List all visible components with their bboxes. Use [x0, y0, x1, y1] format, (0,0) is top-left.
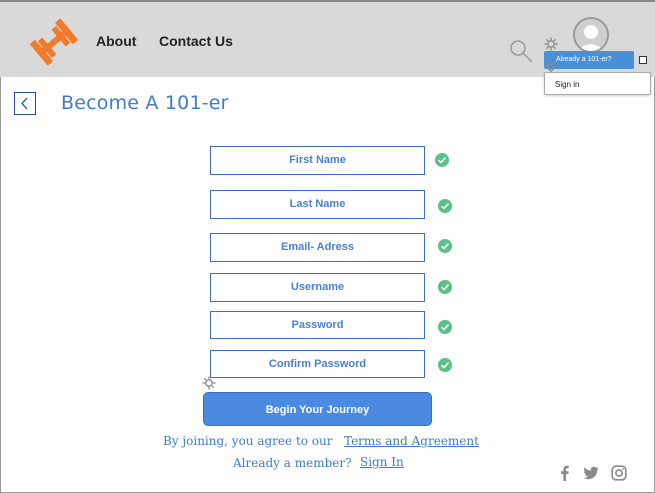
twitter-icon[interactable]	[583, 465, 599, 481]
signin-menu-item[interactable]: Sign in	[544, 72, 651, 95]
agree-text: By joining, you agree to our	[163, 434, 333, 448]
user-silhouette-icon	[578, 25, 604, 51]
terms-link[interactable]: Terms and Agreement	[344, 434, 479, 448]
check-icon	[435, 153, 449, 167]
facebook-icon[interactable]	[557, 465, 573, 481]
first-name-field[interactable]: First Name	[210, 146, 425, 175]
chevron-left-icon	[21, 97, 28, 110]
username-field[interactable]: Username	[210, 273, 425, 302]
popover-checkbox[interactable]	[639, 56, 647, 64]
member-text: Already a member?	[233, 456, 352, 470]
check-icon	[438, 320, 452, 334]
check-icon	[438, 358, 452, 372]
password-field[interactable]: Password	[210, 311, 425, 339]
user-avatar[interactable]	[573, 17, 609, 53]
search-icon[interactable]	[508, 38, 534, 64]
nav-about-link[interactable]: About	[96, 33, 136, 49]
begin-journey-button[interactable]: Begin Your Journey	[203, 392, 432, 426]
check-icon	[438, 199, 452, 213]
nav-contact-link[interactable]: Contact Us	[159, 33, 233, 49]
email-field[interactable]: Email- Adress	[210, 233, 425, 262]
confirm-password-field[interactable]: Confirm Password	[210, 350, 425, 378]
instagram-icon[interactable]	[611, 465, 627, 481]
gear-icon	[544, 37, 558, 51]
gear-icon	[202, 376, 216, 390]
check-icon	[438, 239, 452, 253]
back-button[interactable]	[14, 92, 36, 115]
signin-link[interactable]: Sign In	[360, 455, 404, 469]
page-title: Become A 101-er	[61, 92, 229, 114]
check-icon	[438, 280, 452, 294]
dumbbell-logo-icon[interactable]	[26, 16, 82, 68]
last-name-field[interactable]: Last Name	[210, 190, 425, 219]
